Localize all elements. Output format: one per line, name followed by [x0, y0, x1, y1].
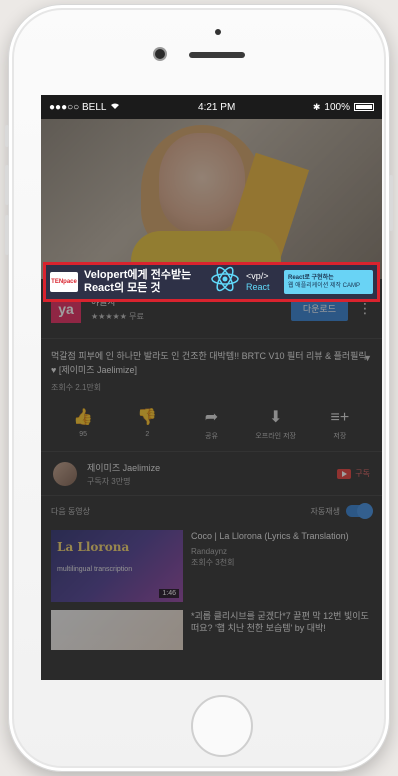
earpiece-speaker — [189, 52, 245, 58]
uploader-row: 제이미즈 Jaelimize 구독자 3만명 구독 — [41, 452, 382, 496]
video-thumbnail[interactable]: La Llorona multilingual transcription 1:… — [51, 530, 183, 602]
expand-description-icon[interactable]: ▼ — [363, 351, 372, 365]
save-button[interactable]: ≡+ 저장 — [315, 409, 365, 441]
uploader-name[interactable]: 제이미즈 Jaelimize — [87, 461, 327, 474]
share-icon: ➦ — [204, 409, 219, 426]
proximity-sensor — [215, 29, 221, 35]
video-frame-face — [159, 133, 245, 233]
next-video-item[interactable]: La Llorona multilingual transcription 1:… — [41, 526, 382, 606]
up-next-label: 다음 동영상 — [51, 506, 91, 516]
battery-icon — [353, 103, 374, 111]
autoplay-label: 자동재생 — [310, 506, 340, 516]
like-button[interactable]: 👍 95 — [58, 409, 108, 441]
video-title-section: 먹갈점 피부에 인 하나만 발라도 인 건조한 대박템!! BRTC V10 필… — [41, 339, 382, 401]
vp-logo-text: <vp/> — [246, 271, 269, 281]
download-offline-button[interactable]: ⬇ 오프라인 저장 — [251, 409, 301, 441]
share-label: 공유 — [205, 433, 218, 440]
volume-down-button — [5, 215, 9, 255]
dislike-button[interactable]: 👎 2 — [122, 409, 172, 441]
mute-switch — [5, 125, 9, 147]
battery-percent: 100% — [324, 101, 350, 113]
more-menu-icon[interactable]: ⋮ — [358, 300, 372, 317]
thumbnail-title: La Llorona — [57, 540, 130, 554]
video-thumbnail[interactable] — [51, 610, 183, 650]
next-video-title: *괴롭 클리시브를 굳겠다*7 끝편 막 12번 빛이도 떠요? '햅 치난 천… — [191, 611, 369, 633]
rating-stars: ★★★★★ — [91, 312, 127, 321]
subscribe-button[interactable]: 구독 — [337, 468, 370, 479]
share-button[interactable]: ➦ 공유 — [186, 409, 236, 441]
download-label: 오프라인 저장 — [255, 433, 296, 440]
ad-headline-line2: React의 모든 것 — [84, 282, 161, 294]
ad-headline-line1: Velopert에게 전수받는 — [84, 269, 192, 281]
phone-screen: ●●●○○ BELL 4:21 PM ✱ 100% ya 야놀자 ★★★★★ 무… — [41, 95, 382, 680]
youtube-logo-icon — [337, 468, 352, 479]
home-button[interactable] — [191, 695, 253, 757]
rating-label: 무료 — [129, 312, 144, 321]
add-to-playlist-icon: ≡+ — [330, 409, 350, 426]
dislike-count: 2 — [145, 431, 150, 438]
ad-cta-line1: React로 구현하는 — [288, 275, 334, 281]
status-bar: ●●●○○ BELL 4:21 PM ✱ 100% — [41, 95, 382, 119]
video-duration: 1:46 — [159, 589, 179, 598]
action-bar: 👍 95 👎 2 ➦ 공유 ⬇ 오프라인 저장 ≡+ 저장 — [41, 401, 382, 452]
view-count: 조회수 2.1만회 — [51, 383, 102, 392]
ad-cta-line2: 웹 애플리케이션 제작 CAMP — [288, 283, 361, 289]
like-count: 95 — [79, 431, 87, 438]
thumbs-down-icon: 👎 — [137, 409, 158, 426]
thumbs-up-icon: 👍 — [73, 409, 94, 426]
ad-headline: Velopert에게 전수받는 React의 모든 것 — [84, 269, 204, 295]
ad-banner[interactable]: TENpace Velopert에게 전수받는 React의 모든 것 <vp/… — [43, 262, 380, 302]
carrier-label: ●●●○○ BELL — [49, 101, 107, 113]
wifi-icon — [110, 102, 120, 113]
next-video-views: 조회수 3천회 — [191, 558, 235, 567]
front-camera — [155, 49, 165, 59]
download-icon: ⬇ — [268, 409, 283, 426]
vp-logo-sub: React — [246, 282, 270, 292]
video-player[interactable] — [41, 119, 382, 279]
next-video-item[interactable]: *괴롭 클리시브를 굳겠다*7 끝편 막 12번 빛이도 떠요? '햅 치난 천… — [41, 606, 382, 654]
thumbnail-subtitle: multilingual transcription — [57, 566, 133, 573]
vp-logo: <vp/> React — [246, 271, 278, 293]
ad-cta-button[interactable]: React로 구현하는 웹 애플리케이션 제작 CAMP — [284, 270, 373, 294]
video-title: 먹갈점 피부에 인 하나만 발라도 인 건조한 대박템!! BRTC V10 필… — [51, 351, 367, 375]
next-video-title: Coco | La Llorona (Lyrics & Translation) — [191, 531, 349, 541]
subscriber-count: 구독자 3만명 — [87, 476, 131, 486]
youtube-app: ya 야놀자 ★★★★★ 무료 다운로드 ⋮ 먹갈점 피부에 인 하나만 발라도… — [41, 119, 382, 654]
power-button — [389, 175, 393, 231]
autoplay-toggle[interactable] — [346, 503, 373, 519]
up-next-header: 다음 동영상 자동재생 — [41, 496, 382, 526]
react-atom-icon — [210, 266, 240, 299]
subscribe-label: 구독 — [355, 469, 370, 478]
uploader-avatar[interactable] — [53, 461, 77, 486]
ad-brand-logo: TENpace — [50, 272, 78, 292]
bluetooth-icon: ✱ — [312, 101, 321, 112]
volume-up-button — [5, 165, 9, 205]
next-video-channel: Randaynz — [191, 547, 228, 556]
save-label: 저장 — [333, 433, 347, 440]
clock: 4:21 PM — [198, 101, 236, 113]
